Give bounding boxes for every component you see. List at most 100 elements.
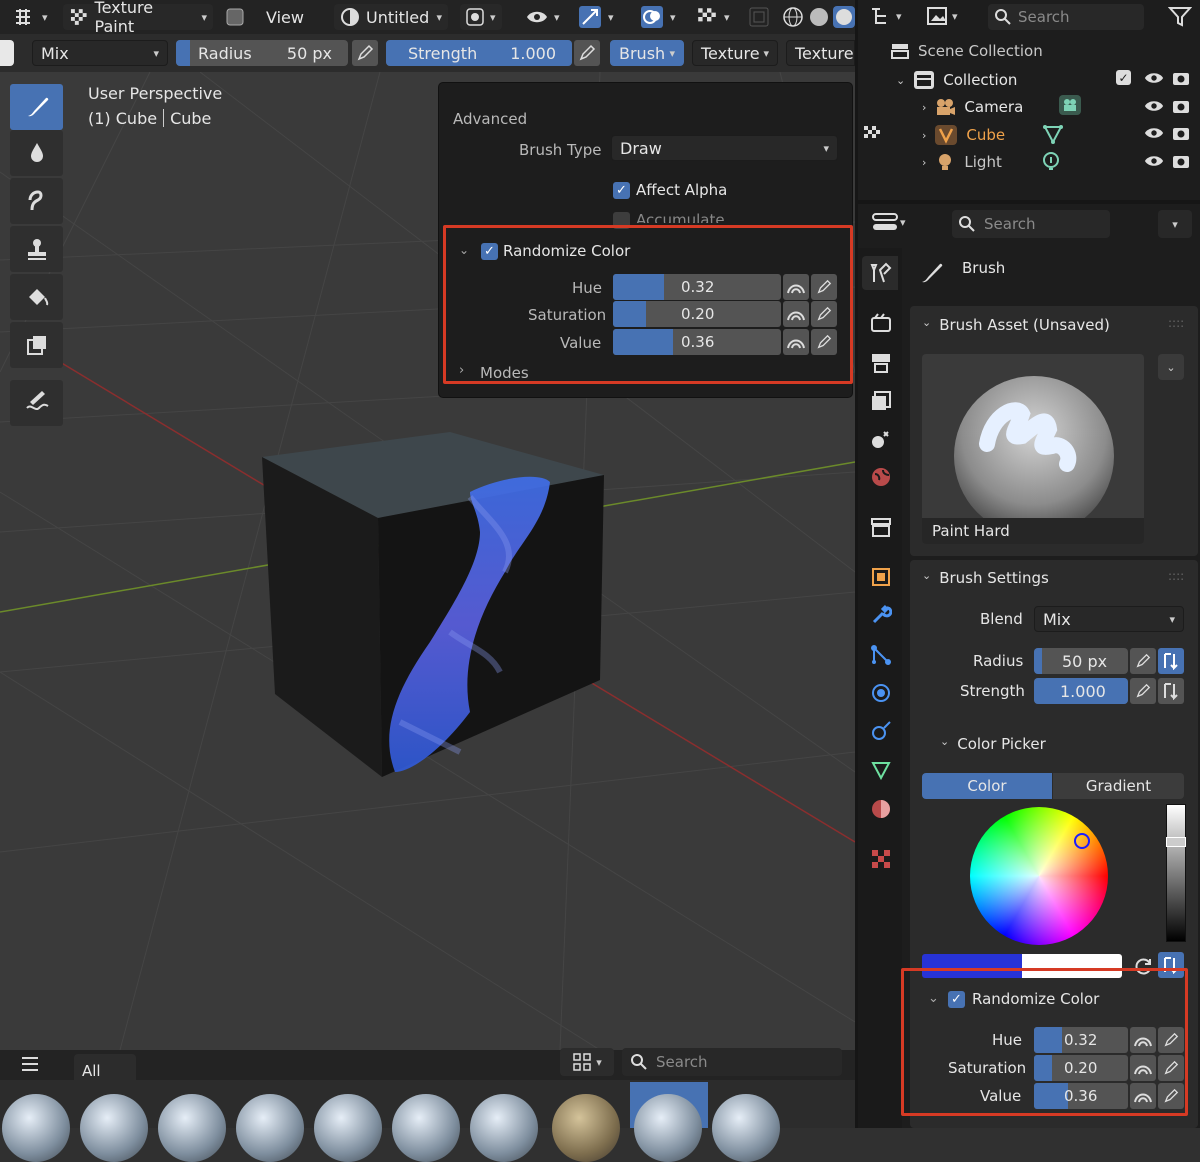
- light-data-icon[interactable]: [1040, 151, 1062, 173]
- radius-pressure-props[interactable]: [1130, 648, 1156, 674]
- expand-icon[interactable]: ›: [922, 101, 926, 114]
- world-tab-icon[interactable]: [870, 466, 892, 488]
- data-tab-icon[interactable]: [870, 760, 892, 782]
- scene-tab-icon[interactable]: [870, 428, 892, 450]
- camera-render-icon[interactable]: [1172, 152, 1190, 170]
- blend-dropdown-props[interactable]: Mix ▾: [1034, 606, 1184, 632]
- outliner-item-camera[interactable]: › Camera: [922, 97, 1023, 117]
- collapse-icon[interactable]: ⌄: [896, 74, 905, 87]
- color-swatch[interactable]: [0, 40, 14, 66]
- shading-wireframe[interactable]: [782, 4, 804, 30]
- brush-thumb-2[interactable]: [80, 1094, 148, 1162]
- gizmo-dropdown[interactable]: ▾: [578, 4, 614, 30]
- color-picker-header[interactable]: ⌄ Color Picker: [940, 735, 1046, 753]
- brush-thumb-3[interactable]: [158, 1094, 226, 1162]
- display-mode-dropdown[interactable]: ▾: [926, 6, 958, 26]
- view-layer-tab-icon[interactable]: [870, 390, 892, 412]
- object-tab-icon[interactable]: [870, 566, 892, 588]
- constraints-tab-icon[interactable]: [870, 720, 892, 742]
- tool-clone[interactable]: [10, 226, 63, 272]
- properties-search-input[interactable]: Search: [952, 210, 1110, 238]
- tool-draw[interactable]: [10, 84, 63, 130]
- editor-type-button[interactable]: ▾: [12, 4, 48, 30]
- physics-tab-icon[interactable]: [870, 682, 892, 704]
- tool-soften[interactable]: [10, 130, 63, 176]
- texture-menu[interactable]: Texture ▾: [692, 40, 778, 66]
- xray-button[interactable]: [748, 4, 770, 30]
- strength-unit-toggle[interactable]: [1158, 678, 1184, 704]
- drag-handle-icon[interactable]: ::::: [1168, 316, 1184, 330]
- brush-thumb-1[interactable]: [2, 1094, 70, 1162]
- scene-collection-row[interactable]: Scene Collection: [890, 42, 1043, 60]
- texture-tab-icon[interactable]: [870, 848, 892, 870]
- brush-thumb-5[interactable]: [314, 1094, 382, 1162]
- strength-pressure-button[interactable]: [574, 40, 600, 66]
- properties-editor-type[interactable]: ▾: [872, 212, 906, 232]
- brush-type-dropdown[interactable]: Draw ▾: [611, 135, 838, 161]
- radius-pressure-button[interactable]: [352, 40, 378, 66]
- filter-button[interactable]: [1168, 6, 1192, 28]
- brush-thumb-6[interactable]: [392, 1094, 460, 1162]
- image-dropdown[interactable]: Untitled ▾: [334, 4, 448, 30]
- modifier-tab-icon[interactable]: [870, 604, 892, 626]
- view-menu[interactable]: View: [266, 4, 304, 30]
- outliner-item-cube[interactable]: › Cube: [922, 124, 1005, 146]
- radius-slider[interactable]: Radius 50 px: [176, 40, 348, 66]
- tab-color[interactable]: Color: [922, 773, 1052, 799]
- mode-dropdown[interactable]: Texture Paint ▾: [63, 0, 213, 36]
- blend-dropdown[interactable]: Mix ▾: [32, 40, 168, 66]
- value-slider-vertical[interactable]: [1166, 804, 1186, 942]
- output-tab-icon[interactable]: [870, 352, 892, 374]
- brush-asset-menu[interactable]: ⌄: [1158, 354, 1184, 380]
- tool-fill[interactable]: [10, 274, 63, 320]
- eye-icon[interactable]: [1144, 126, 1164, 140]
- strength-slider-props[interactable]: 1.000: [1034, 678, 1128, 704]
- texture-mask-menu[interactable]: Texture: [786, 40, 855, 66]
- camera-render-icon[interactable]: [1172, 124, 1190, 142]
- visibility-dropdown[interactable]: ▾: [526, 4, 560, 30]
- camera-render-icon[interactable]: [1172, 69, 1190, 87]
- brush-thumb-9-active[interactable]: [634, 1094, 702, 1162]
- brush-thumb-7[interactable]: [470, 1094, 538, 1162]
- color-wheel-cursor[interactable]: [1074, 833, 1090, 849]
- expand-icon[interactable]: ›: [922, 156, 926, 169]
- affect-alpha-checkbox[interactable]: ✓: [613, 182, 630, 199]
- shelf-search-input[interactable]: Search: [622, 1048, 842, 1076]
- collection-tab-icon[interactable]: [870, 516, 892, 538]
- shading-material[interactable]: [833, 4, 855, 30]
- eye-icon[interactable]: [1144, 99, 1164, 113]
- outliner-item-light[interactable]: › Light: [922, 152, 1002, 172]
- tool-mask[interactable]: [10, 322, 63, 368]
- strength-slider[interactable]: Strength 1.000: [386, 40, 572, 66]
- camera-render-icon[interactable]: [1172, 97, 1190, 115]
- outliner-editor-type[interactable]: ▾: [870, 6, 902, 26]
- shelf-menu-button[interactable]: [20, 1056, 40, 1072]
- tab-gradient[interactable]: Gradient: [1053, 773, 1184, 799]
- strength-pressure-props[interactable]: [1130, 678, 1156, 704]
- brush-thumb-8[interactable]: [552, 1094, 620, 1162]
- brush-asset-header[interactable]: ⌄ Brush Asset (Unsaved): [922, 316, 1110, 334]
- collection-row[interactable]: ⌄ Collection: [896, 70, 1017, 90]
- shading-solid[interactable]: [808, 4, 830, 30]
- shelf-display-dropdown[interactable]: ▾: [560, 1048, 614, 1076]
- color-wheel[interactable]: [970, 807, 1108, 945]
- collection-exclude-checkbox[interactable]: ✓: [1116, 70, 1131, 85]
- properties-options-dropdown[interactable]: ▾: [1158, 210, 1192, 238]
- tool-smear[interactable]: [10, 178, 63, 224]
- outliner-search-input[interactable]: Search: [988, 4, 1144, 30]
- texture-overlay-dropdown[interactable]: ▾: [696, 4, 730, 30]
- render-tab-icon[interactable]: [870, 312, 892, 334]
- eye-icon[interactable]: [1144, 71, 1164, 85]
- overlays-dropdown[interactable]: ▾: [640, 4, 676, 30]
- eye-icon[interactable]: [1144, 154, 1164, 168]
- expand-icon[interactable]: ›: [922, 129, 926, 142]
- xray-toggle[interactable]: [224, 4, 246, 30]
- camera-data-icon[interactable]: [1058, 94, 1082, 116]
- brush-menu[interactable]: Brush ▾: [610, 40, 684, 66]
- particles-tab-icon[interactable]: [870, 644, 892, 666]
- radius-slider-props[interactable]: 50 px: [1034, 648, 1128, 674]
- brush-thumb-4[interactable]: [236, 1094, 304, 1162]
- tool-annotate[interactable]: [10, 380, 63, 426]
- shading-dropdown[interactable]: ▾: [460, 4, 502, 30]
- brush-preview[interactable]: Paint Hard: [922, 354, 1144, 544]
